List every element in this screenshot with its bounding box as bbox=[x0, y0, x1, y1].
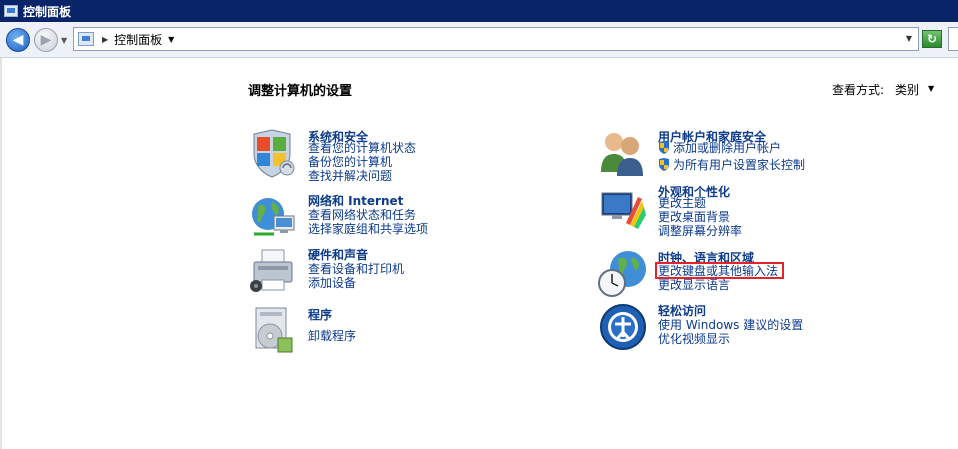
link-adjust-resolution[interactable]: 调整屏幕分辨率 bbox=[658, 224, 742, 238]
printer-icon bbox=[250, 249, 293, 292]
arrow-left-icon: ◀ bbox=[12, 32, 24, 48]
link-change-display-language[interactable]: 更改显示语言 bbox=[658, 278, 730, 292]
highlight-box bbox=[655, 262, 784, 279]
link-view-devices-printers[interactable]: 查看设备和打印机 bbox=[308, 262, 404, 276]
users-icon bbox=[601, 133, 643, 176]
left-pane-edge bbox=[0, 58, 2, 449]
category-hardware-sound: 硬件和声音 查看设备和打印机 添加设备 bbox=[248, 246, 568, 296]
uac-shield-icon bbox=[659, 158, 669, 171]
back-button[interactable]: ◀ bbox=[6, 28, 30, 52]
address-box[interactable]: ▶ 控制面板 ▼ ▼ bbox=[73, 27, 919, 51]
recent-pages-dropdown[interactable]: ▼ bbox=[61, 36, 67, 45]
refresh-button[interactable]: ↻ bbox=[922, 30, 942, 48]
link-parental-controls[interactable]: 为所有用户设置家长控制 bbox=[658, 158, 805, 172]
network-globe-icon bbox=[252, 198, 295, 236]
link-view-network-status[interactable]: 查看网络状态和任务 bbox=[308, 208, 416, 222]
category-title[interactable]: 程序 bbox=[308, 306, 332, 323]
category-ease-of-access: 轻松访问 使用 Windows 建议的设置 优化视频显示 bbox=[598, 302, 938, 354]
search-input[interactable] bbox=[948, 27, 958, 51]
link-windows-recommended-settings[interactable]: 使用 Windows 建议的设置 bbox=[658, 318, 803, 332]
link-text[interactable]: 添加或删除用户帐户 bbox=[673, 141, 781, 155]
address-history-dropdown[interactable]: ▼ bbox=[906, 34, 912, 43]
uac-shield-icon bbox=[659, 141, 669, 154]
link-change-background[interactable]: 更改桌面背景 bbox=[658, 210, 730, 224]
forward-button[interactable]: ▶ bbox=[34, 28, 58, 52]
link-uninstall-program[interactable]: 卸载程序 bbox=[308, 329, 356, 343]
breadcrumb-dropdown-icon[interactable]: ▼ bbox=[168, 35, 174, 44]
link-troubleshoot[interactable]: 查找并解决问题 bbox=[308, 169, 392, 183]
view-by-dropdown[interactable]: 类别 bbox=[895, 81, 919, 98]
refresh-icon: ↻ bbox=[926, 32, 938, 46]
link-view-computer-status[interactable]: 查看您的计算机状态 bbox=[308, 141, 416, 155]
link-homegroup-sharing[interactable]: 选择家庭组和共享选项 bbox=[308, 222, 428, 236]
ease-of-access-icon bbox=[600, 304, 646, 350]
appearance-monitor-icon bbox=[601, 192, 646, 229]
control-panel-icon bbox=[4, 5, 18, 17]
view-by-label: 查看方式: bbox=[832, 83, 885, 97]
link-backup-computer[interactable]: 备份您的计算机 bbox=[308, 155, 392, 169]
address-bar: ◀ ▶ ▼ ▶ 控制面板 ▼ ▼ ↻ bbox=[0, 22, 958, 58]
link-change-theme[interactable]: 更改主题 bbox=[658, 196, 706, 210]
control-panel-icon bbox=[78, 32, 94, 46]
clock-globe-icon bbox=[598, 251, 646, 297]
programs-disc-icon bbox=[255, 307, 293, 353]
title-bar: 控制面板 bbox=[0, 0, 958, 22]
link-add-remove-accounts[interactable]: 添加或删除用户帐户 bbox=[658, 141, 781, 155]
category-title[interactable]: 硬件和声音 bbox=[308, 246, 368, 263]
page-title: 调整计算机的设置 bbox=[248, 84, 353, 99]
link-text[interactable]: 为所有用户设置家长控制 bbox=[673, 158, 805, 172]
category-programs: 程序 卸载程序 bbox=[248, 306, 568, 356]
category-user-accounts: 用户帐户和家庭安全 添加或删除用户帐户 为所有用户设置家长控制 bbox=[598, 128, 938, 182]
breadcrumb-control-panel[interactable]: 控制面板 bbox=[114, 31, 162, 48]
category-title[interactable]: 轻松访问 bbox=[658, 302, 706, 319]
category-appearance: 外观和个性化 更改主题 更改桌面背景 调整屏幕分辨率 bbox=[598, 183, 938, 239]
link-optimize-visual-display[interactable]: 优化视频显示 bbox=[658, 332, 730, 346]
chevron-down-icon[interactable]: ▼ bbox=[928, 84, 934, 93]
breadcrumb-chevron-icon[interactable]: ▶ bbox=[102, 35, 108, 44]
window-title: 控制面板 bbox=[23, 4, 72, 19]
arrow-right-icon: ▶ bbox=[40, 32, 52, 48]
shield-icon bbox=[253, 129, 295, 178]
category-title[interactable]: 网络和 Internet bbox=[308, 192, 403, 209]
category-network-internet: 网络和 Internet 查看网络状态和任务 选择家庭组和共享选项 bbox=[248, 192, 568, 242]
category-system-security: 系统和安全 查看您的计算机状态 备份您的计算机 查找并解决问题 bbox=[248, 128, 568, 184]
link-add-device[interactable]: 添加设备 bbox=[308, 276, 356, 290]
